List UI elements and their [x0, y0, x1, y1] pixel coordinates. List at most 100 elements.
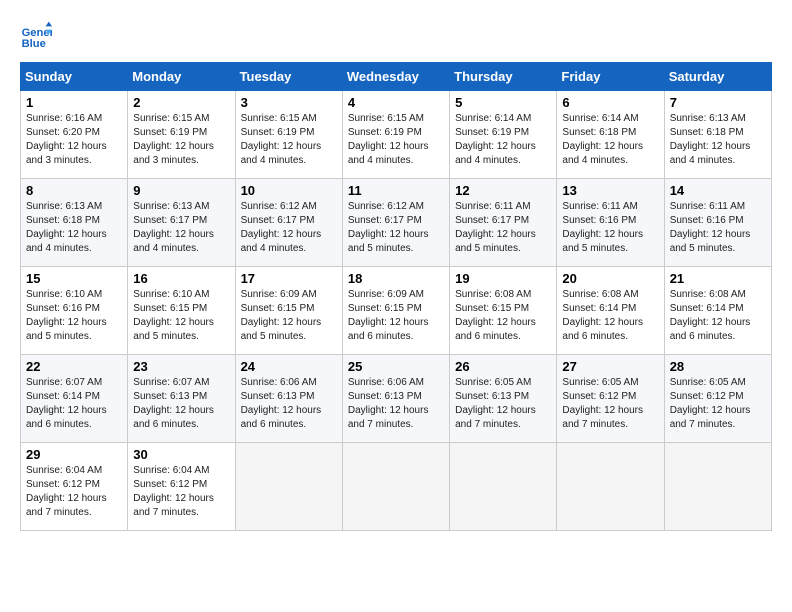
day-detail: Sunrise: 6:11 AM Sunset: 6:16 PM Dayligh…	[670, 200, 766, 256]
svg-text:Blue: Blue	[22, 38, 46, 50]
day-number: 9	[133, 183, 229, 198]
day-number: 28	[670, 359, 766, 374]
calendar-week-3: 15 Sunrise: 6:10 AM Sunset: 6:16 PM Dayl…	[21, 267, 772, 355]
calendar-week-4: 22 Sunrise: 6:07 AM Sunset: 6:14 PM Dayl…	[21, 355, 772, 443]
day-detail: Sunrise: 6:07 AM Sunset: 6:14 PM Dayligh…	[26, 376, 122, 432]
day-cell-25: 25 Sunrise: 6:06 AM Sunset: 6:13 PM Dayl…	[342, 355, 449, 443]
day-detail: Sunrise: 6:15 AM Sunset: 6:19 PM Dayligh…	[348, 112, 444, 168]
day-number: 18	[348, 271, 444, 286]
header-saturday: Saturday	[664, 63, 771, 91]
day-cell-29: 29 Sunrise: 6:04 AM Sunset: 6:12 PM Dayl…	[21, 443, 128, 531]
day-cell-1: 1 Sunrise: 6:16 AM Sunset: 6:20 PM Dayli…	[21, 91, 128, 179]
day-number: 27	[562, 359, 658, 374]
header-thursday: Thursday	[450, 63, 557, 91]
day-detail: Sunrise: 6:08 AM Sunset: 6:14 PM Dayligh…	[562, 288, 658, 344]
header-sunday: Sunday	[21, 63, 128, 91]
svg-text:General: General	[22, 27, 52, 39]
day-cell-8: 8 Sunrise: 6:13 AM Sunset: 6:18 PM Dayli…	[21, 179, 128, 267]
day-detail: Sunrise: 6:06 AM Sunset: 6:13 PM Dayligh…	[241, 376, 337, 432]
header-wednesday: Wednesday	[342, 63, 449, 91]
day-cell-20: 20 Sunrise: 6:08 AM Sunset: 6:14 PM Dayl…	[557, 267, 664, 355]
day-number: 25	[348, 359, 444, 374]
day-detail: Sunrise: 6:04 AM Sunset: 6:12 PM Dayligh…	[26, 464, 122, 520]
day-detail: Sunrise: 6:14 AM Sunset: 6:18 PM Dayligh…	[562, 112, 658, 168]
day-cell-14: 14 Sunrise: 6:11 AM Sunset: 6:16 PM Dayl…	[664, 179, 771, 267]
logo: General Blue	[20, 20, 56, 52]
empty-cell	[342, 443, 449, 531]
day-cell-26: 26 Sunrise: 6:05 AM Sunset: 6:13 PM Dayl…	[450, 355, 557, 443]
day-cell-13: 13 Sunrise: 6:11 AM Sunset: 6:16 PM Dayl…	[557, 179, 664, 267]
day-cell-23: 23 Sunrise: 6:07 AM Sunset: 6:13 PM Dayl…	[128, 355, 235, 443]
day-number: 12	[455, 183, 551, 198]
day-cell-27: 27 Sunrise: 6:05 AM Sunset: 6:12 PM Dayl…	[557, 355, 664, 443]
day-cell-18: 18 Sunrise: 6:09 AM Sunset: 6:15 PM Dayl…	[342, 267, 449, 355]
day-number: 22	[26, 359, 122, 374]
day-number: 30	[133, 447, 229, 462]
day-number: 4	[348, 95, 444, 110]
day-cell-5: 5 Sunrise: 6:14 AM Sunset: 6:19 PM Dayli…	[450, 91, 557, 179]
day-cell-7: 7 Sunrise: 6:13 AM Sunset: 6:18 PM Dayli…	[664, 91, 771, 179]
day-number: 7	[670, 95, 766, 110]
day-number: 8	[26, 183, 122, 198]
logo-icon: General Blue	[20, 20, 52, 52]
day-cell-11: 11 Sunrise: 6:12 AM Sunset: 6:17 PM Dayl…	[342, 179, 449, 267]
calendar-week-2: 8 Sunrise: 6:13 AM Sunset: 6:18 PM Dayli…	[21, 179, 772, 267]
day-cell-19: 19 Sunrise: 6:08 AM Sunset: 6:15 PM Dayl…	[450, 267, 557, 355]
day-cell-17: 17 Sunrise: 6:09 AM Sunset: 6:15 PM Dayl…	[235, 267, 342, 355]
day-detail: Sunrise: 6:13 AM Sunset: 6:17 PM Dayligh…	[133, 200, 229, 256]
empty-cell	[450, 443, 557, 531]
day-detail: Sunrise: 6:10 AM Sunset: 6:16 PM Dayligh…	[26, 288, 122, 344]
day-number: 13	[562, 183, 658, 198]
day-cell-28: 28 Sunrise: 6:05 AM Sunset: 6:12 PM Dayl…	[664, 355, 771, 443]
empty-cell	[664, 443, 771, 531]
day-detail: Sunrise: 6:13 AM Sunset: 6:18 PM Dayligh…	[26, 200, 122, 256]
day-detail: Sunrise: 6:14 AM Sunset: 6:19 PM Dayligh…	[455, 112, 551, 168]
day-detail: Sunrise: 6:05 AM Sunset: 6:13 PM Dayligh…	[455, 376, 551, 432]
day-number: 11	[348, 183, 444, 198]
day-detail: Sunrise: 6:06 AM Sunset: 6:13 PM Dayligh…	[348, 376, 444, 432]
header-tuesday: Tuesday	[235, 63, 342, 91]
day-number: 23	[133, 359, 229, 374]
day-number: 5	[455, 95, 551, 110]
day-detail: Sunrise: 6:12 AM Sunset: 6:17 PM Dayligh…	[348, 200, 444, 256]
day-number: 14	[670, 183, 766, 198]
day-number: 15	[26, 271, 122, 286]
day-number: 26	[455, 359, 551, 374]
day-cell-22: 22 Sunrise: 6:07 AM Sunset: 6:14 PM Dayl…	[21, 355, 128, 443]
day-detail: Sunrise: 6:16 AM Sunset: 6:20 PM Dayligh…	[26, 112, 122, 168]
header-friday: Friday	[557, 63, 664, 91]
day-number: 6	[562, 95, 658, 110]
calendar-week-5: 29 Sunrise: 6:04 AM Sunset: 6:12 PM Dayl…	[21, 443, 772, 531]
day-detail: Sunrise: 6:15 AM Sunset: 6:19 PM Dayligh…	[241, 112, 337, 168]
day-cell-12: 12 Sunrise: 6:11 AM Sunset: 6:17 PM Dayl…	[450, 179, 557, 267]
day-number: 24	[241, 359, 337, 374]
day-cell-10: 10 Sunrise: 6:12 AM Sunset: 6:17 PM Dayl…	[235, 179, 342, 267]
day-detail: Sunrise: 6:10 AM Sunset: 6:15 PM Dayligh…	[133, 288, 229, 344]
day-cell-21: 21 Sunrise: 6:08 AM Sunset: 6:14 PM Dayl…	[664, 267, 771, 355]
day-detail: Sunrise: 6:04 AM Sunset: 6:12 PM Dayligh…	[133, 464, 229, 520]
day-cell-15: 15 Sunrise: 6:10 AM Sunset: 6:16 PM Dayl…	[21, 267, 128, 355]
day-detail: Sunrise: 6:08 AM Sunset: 6:14 PM Dayligh…	[670, 288, 766, 344]
page-header: General Blue	[20, 20, 772, 52]
calendar-table: SundayMondayTuesdayWednesdayThursdayFrid…	[20, 62, 772, 531]
day-number: 29	[26, 447, 122, 462]
day-detail: Sunrise: 6:15 AM Sunset: 6:19 PM Dayligh…	[133, 112, 229, 168]
day-detail: Sunrise: 6:05 AM Sunset: 6:12 PM Dayligh…	[562, 376, 658, 432]
day-number: 17	[241, 271, 337, 286]
calendar-week-1: 1 Sunrise: 6:16 AM Sunset: 6:20 PM Dayli…	[21, 91, 772, 179]
day-number: 2	[133, 95, 229, 110]
header-row: SundayMondayTuesdayWednesdayThursdayFrid…	[21, 63, 772, 91]
day-detail: Sunrise: 6:08 AM Sunset: 6:15 PM Dayligh…	[455, 288, 551, 344]
day-cell-2: 2 Sunrise: 6:15 AM Sunset: 6:19 PM Dayli…	[128, 91, 235, 179]
day-number: 16	[133, 271, 229, 286]
day-number: 20	[562, 271, 658, 286]
day-detail: Sunrise: 6:12 AM Sunset: 6:17 PM Dayligh…	[241, 200, 337, 256]
day-cell-16: 16 Sunrise: 6:10 AM Sunset: 6:15 PM Dayl…	[128, 267, 235, 355]
day-detail: Sunrise: 6:11 AM Sunset: 6:16 PM Dayligh…	[562, 200, 658, 256]
day-detail: Sunrise: 6:13 AM Sunset: 6:18 PM Dayligh…	[670, 112, 766, 168]
day-number: 1	[26, 95, 122, 110]
day-number: 3	[241, 95, 337, 110]
day-number: 10	[241, 183, 337, 198]
day-detail: Sunrise: 6:07 AM Sunset: 6:13 PM Dayligh…	[133, 376, 229, 432]
day-cell-24: 24 Sunrise: 6:06 AM Sunset: 6:13 PM Dayl…	[235, 355, 342, 443]
